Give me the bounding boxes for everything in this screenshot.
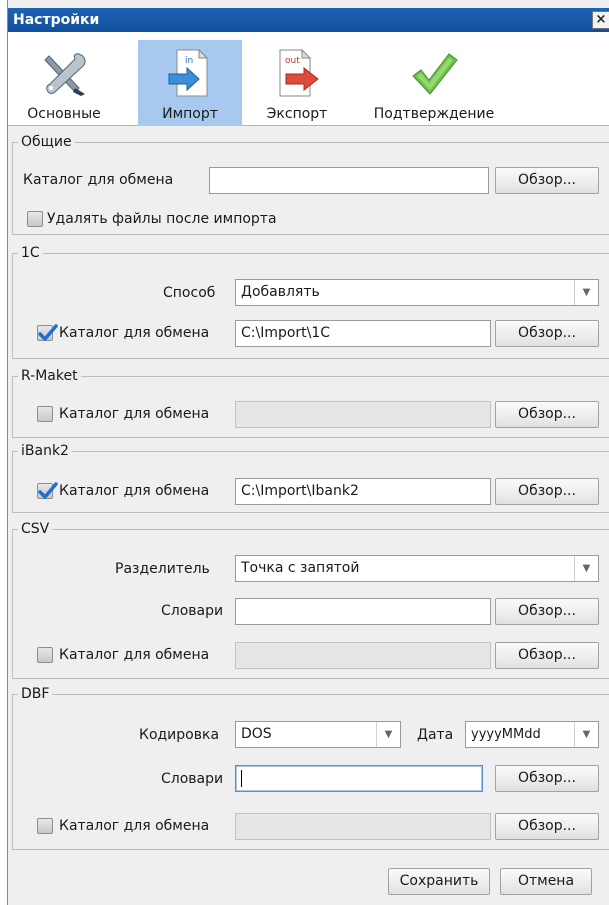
dropdown-arrow-icon: ▼ <box>376 722 400 747</box>
text-caret <box>241 769 242 787</box>
rmaket-browse-button[interactable]: Обзор... <box>495 401 599 428</box>
tab-import[interactable]: in Импорт <box>138 40 242 126</box>
dbf-dictionaries-input[interactable] <box>235 765 483 792</box>
tab-general[interactable]: Основные <box>12 40 116 126</box>
encoding-label: Кодировка <box>139 727 220 743</box>
settings-window: Настройки × Основные in Импорт out Экспо… <box>7 0 609 905</box>
general-exchange-dir-input[interactable] <box>209 167 489 194</box>
delete-files-checkbox[interactable] <box>27 211 43 227</box>
save-button[interactable]: Сохранить <box>388 868 490 895</box>
csv-dictionaries-label: Словари <box>161 603 224 619</box>
group-ibank2: iBank2 Каталог для обмена C:\Import\Iban… <box>12 442 609 513</box>
ibank2-browse-button[interactable]: Обзор... <box>495 478 599 505</box>
group-rmaket: R-Maket Каталог для обмена Обзор... <box>12 367 609 438</box>
group-csv-title: CSV <box>18 520 53 538</box>
title-bar[interactable]: Настройки × <box>8 8 609 32</box>
csv-dictionaries-browse-button[interactable]: Обзор... <box>495 598 599 625</box>
csv-exchange-dir-checkbox[interactable] <box>37 647 53 663</box>
rmaket-exchange-dir-checkbox[interactable] <box>37 406 53 422</box>
separator-select-value: Точка с запятой <box>241 560 360 576</box>
tab-general-label: Основные <box>27 106 101 122</box>
window-title: Настройки <box>13 12 100 28</box>
onec-browse-button[interactable]: Обзор... <box>495 320 599 347</box>
import-in-icon: in <box>168 48 209 97</box>
csv-dictionaries-input[interactable] <box>235 598 491 625</box>
cancel-button[interactable]: Отмена <box>500 868 592 895</box>
dbf-dictionaries-browse-button[interactable]: Обзор... <box>495 765 599 792</box>
ibank2-exchange-dir-label: Каталог для обмена <box>59 483 210 499</box>
ibank2-exchange-dir-checkbox[interactable] <box>37 482 58 499</box>
dropdown-arrow-icon: ▼ <box>574 556 598 581</box>
csv-exchange-dir-label: Каталог для обмена <box>59 647 210 663</box>
date-label: Дата <box>417 727 454 743</box>
dropdown-arrow-icon: ▼ <box>574 722 598 747</box>
tab-export[interactable]: out Экспорт <box>245 40 349 126</box>
ibank2-exchange-dir-input[interactable]: C:\Import\Ibank2 <box>235 478 491 505</box>
svg-text:out: out <box>285 56 300 66</box>
group-1c-title: 1С <box>18 244 43 262</box>
general-exchange-dir-label: Каталог для обмена <box>23 172 174 188</box>
wrench-screwdriver-icon <box>44 53 86 96</box>
tab-confirmation[interactable]: Подтверждение <box>364 40 504 126</box>
dropdown-arrow-icon: ▼ <box>574 280 598 305</box>
group-csv: CSV Разделитель Точка с запятой ▼ Словар… <box>12 520 609 679</box>
encoding-select[interactable]: DOS ▼ <box>235 721 401 748</box>
dbf-exchange-dir-input[interactable] <box>235 813 491 840</box>
tab-confirmation-label: Подтверждение <box>373 106 495 122</box>
dbf-dictionaries-label: Словари <box>161 771 224 787</box>
method-select[interactable]: Добавлять ▼ <box>235 279 599 306</box>
general-browse-button[interactable]: Обзор... <box>495 167 599 194</box>
check-icon <box>38 324 58 341</box>
export-out-icon: out <box>279 48 319 97</box>
encoding-select-value: DOS <box>241 726 272 742</box>
group-dbf: DBF Кодировка DOS ▼ Дата yyyyMMdd ▼ Слов… <box>12 685 609 850</box>
group-ibank2-title: iBank2 <box>18 442 72 460</box>
check-icon <box>38 482 58 499</box>
method-label: Способ <box>163 285 216 301</box>
group-general-title: Общие <box>18 133 75 151</box>
group-1c: 1С Способ Добавлять ▼ Каталог для обмена… <box>12 244 609 359</box>
onec-exchange-dir-label: Каталог для обмена <box>59 325 210 341</box>
csv-browse-button[interactable]: Обзор... <box>495 642 599 669</box>
close-button[interactable]: × <box>592 11 609 29</box>
dbf-exchange-dir-label: Каталог для обмена <box>59 818 210 834</box>
delete-files-label: Удалять файлы после импорта <box>47 211 277 227</box>
rmaket-exchange-dir-input[interactable] <box>235 401 491 428</box>
svg-text:in: in <box>185 56 193 66</box>
rmaket-exchange-dir-label: Каталог для обмена <box>59 406 210 422</box>
csv-exchange-dir-input[interactable] <box>235 642 491 669</box>
group-general: Общие Каталог для обмена Обзор... Удалят… <box>12 133 609 235</box>
tab-import-label: Импорт <box>162 106 218 122</box>
group-dbf-title: DBF <box>18 685 53 703</box>
separator-label: Разделитель <box>115 561 210 577</box>
date-format-select[interactable]: yyyyMMdd ▼ <box>465 721 599 748</box>
dbf-exchange-dir-checkbox[interactable] <box>37 818 53 834</box>
checkmark-icon <box>412 53 458 95</box>
group-rmaket-title: R-Maket <box>18 367 81 385</box>
separator-select[interactable]: Точка с запятой ▼ <box>235 555 599 582</box>
settings-toolbar: Основные in Импорт out Экспорт Подтвержд… <box>8 32 609 126</box>
date-format-select-value: yyyyMMdd <box>471 727 541 742</box>
dbf-browse-button[interactable]: Обзор... <box>495 813 599 840</box>
tab-export-label: Экспорт <box>266 106 328 122</box>
onec-exchange-dir-input[interactable]: C:\Import\1C <box>235 320 491 347</box>
method-select-value: Добавлять <box>241 284 320 300</box>
onec-exchange-dir-checkbox[interactable] <box>37 324 58 341</box>
